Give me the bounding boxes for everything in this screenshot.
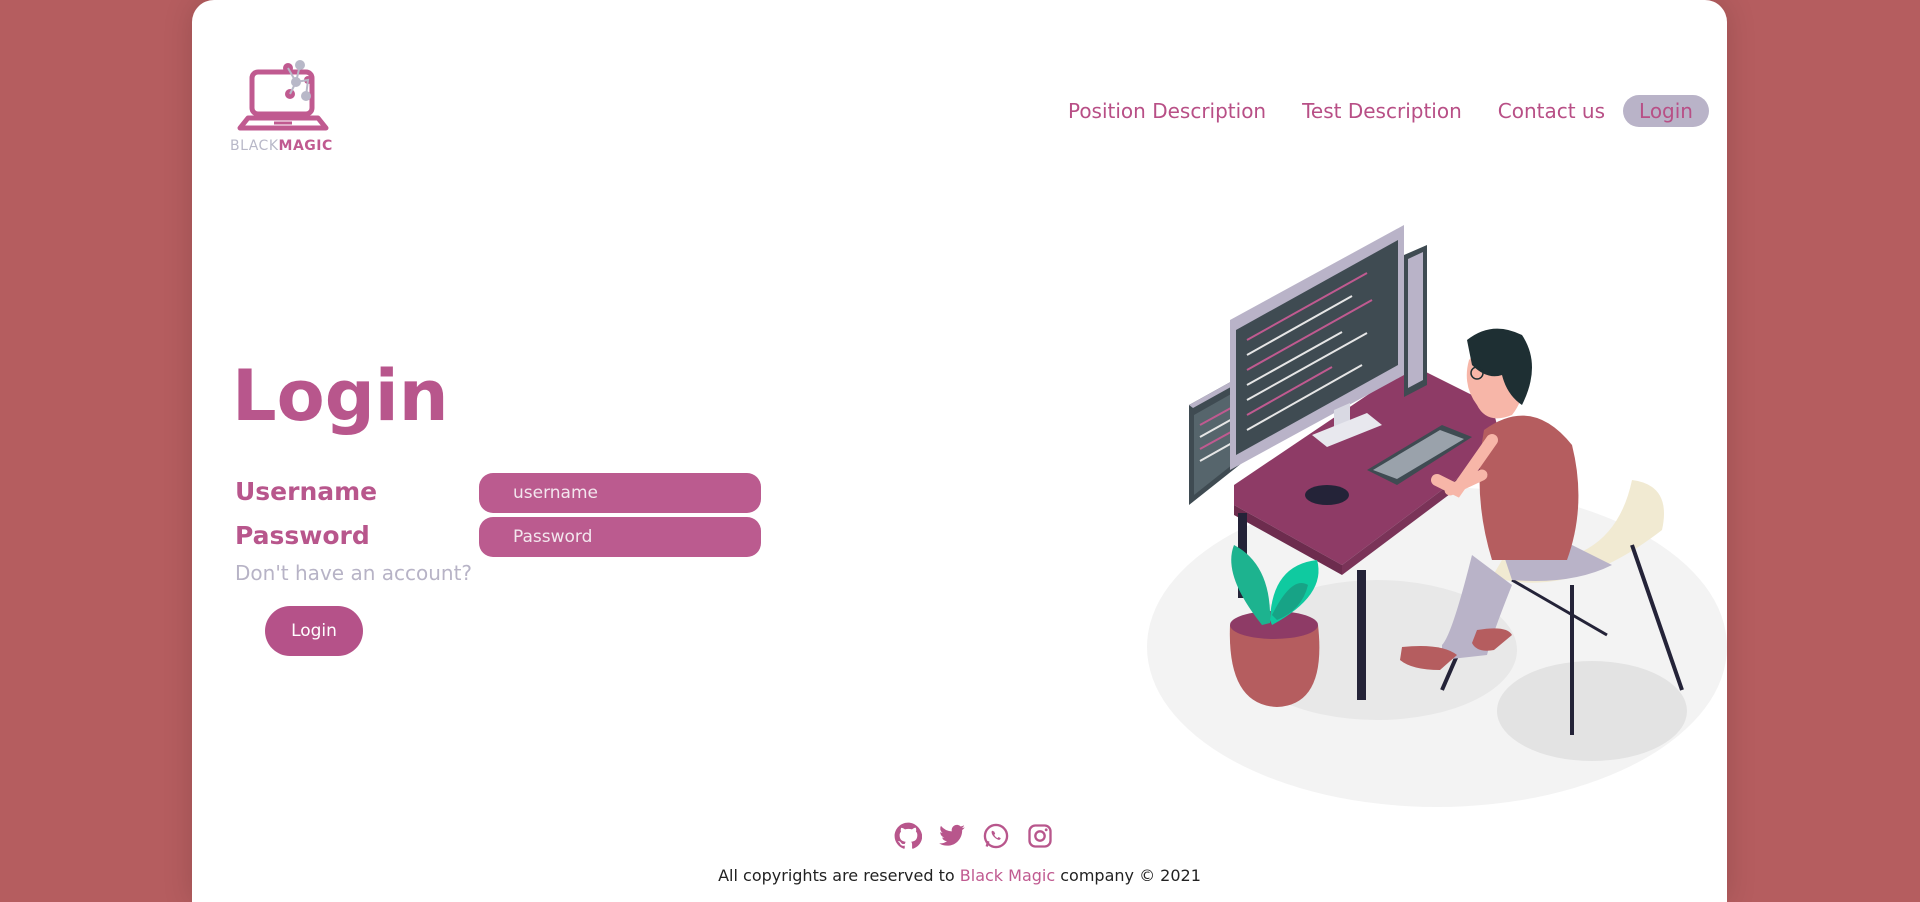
top-nav: Position Description Test Description Co…: [1032, 95, 1709, 127]
login-submit-button[interactable]: Login: [265, 606, 363, 656]
username-label: Username: [235, 477, 378, 506]
instagram-icon[interactable]: [1026, 822, 1054, 850]
password-input[interactable]: Password: [479, 517, 761, 557]
logo-wordmark: BLACKMAGIC: [230, 138, 333, 154]
twitter-icon[interactable]: [938, 822, 966, 850]
page-title: Login: [232, 355, 449, 437]
signup-link[interactable]: Don't have an account?: [235, 561, 472, 585]
copyright-notice: All copyrights are reserved to Black Mag…: [718, 866, 1201, 885]
username-input[interactable]: username: [479, 473, 761, 513]
username-placeholder: username: [513, 483, 598, 503]
github-icon[interactable]: [894, 822, 923, 850]
nav-login-button[interactable]: Login: [1623, 95, 1709, 127]
nav-test-description[interactable]: Test Description: [1302, 99, 1462, 123]
password-placeholder: Password: [513, 527, 593, 547]
developer-illustration: [1147, 225, 1727, 807]
social-icons: [894, 822, 1054, 850]
page-card: BLACKMAGIC Position Description Test Des…: [192, 0, 1727, 902]
nav-contact-us[interactable]: Contact us: [1498, 99, 1605, 123]
password-label: Password: [235, 521, 370, 550]
nav-position-description[interactable]: Position Description: [1068, 99, 1266, 123]
whatsapp-icon[interactable]: [982, 822, 1010, 850]
brand-link[interactable]: Black Magic: [960, 866, 1055, 885]
